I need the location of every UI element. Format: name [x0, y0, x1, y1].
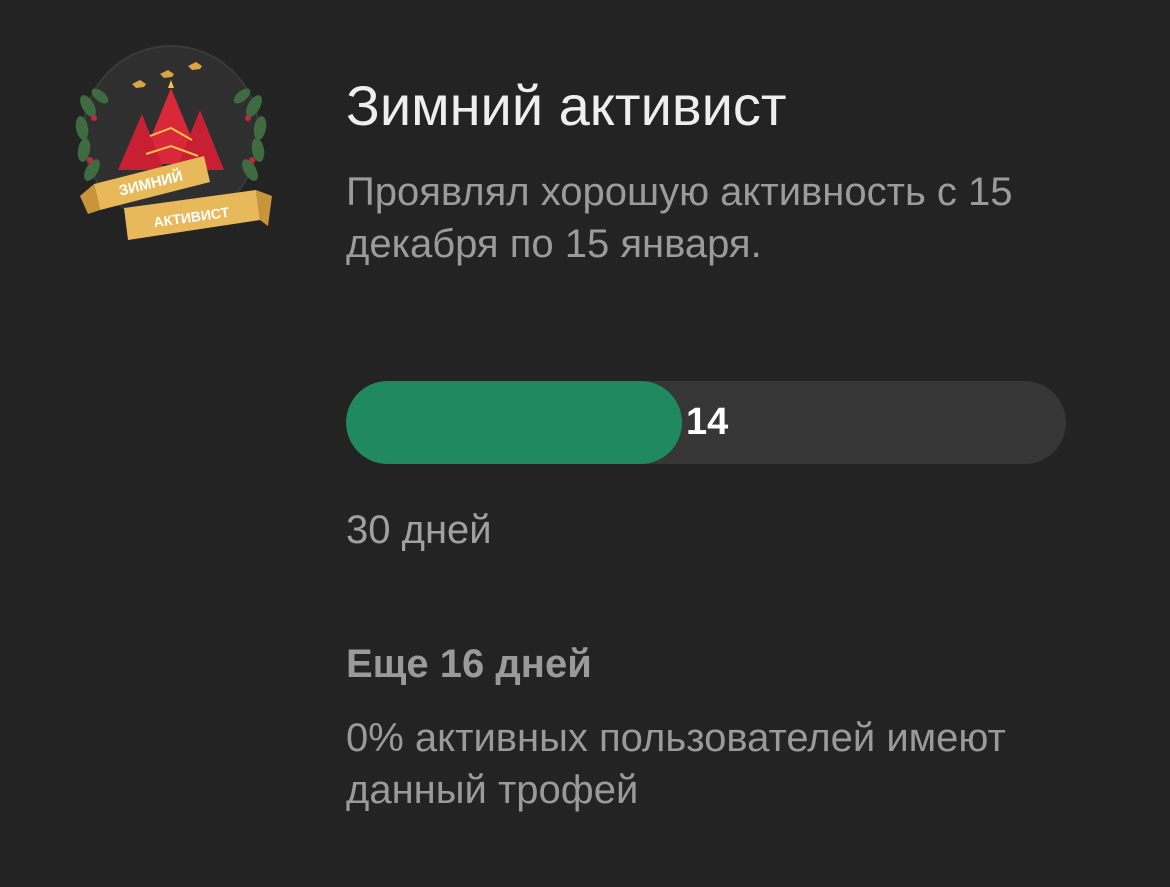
progress-fill — [346, 381, 682, 464]
trophy-stat-label: 0% активных пользователей имеют данный т… — [346, 716, 1006, 812]
remaining-days-label: Еще 16 дней — [346, 642, 592, 686]
achievement-description: Проявлял хорошую активность с 15 декабря… — [346, 170, 1013, 266]
achievement-badge-icon: ЗИМНИЙ АКТИВИСТ — [60, 36, 282, 258]
progress-goal-label: 30 дней — [346, 508, 492, 552]
winter-activist-badge-icon: ЗИМНИЙ АКТИВИСТ — [75, 45, 272, 240]
achievement-title: Зимний активист — [346, 74, 787, 137]
progress-bar: 14 — [346, 381, 1066, 464]
progress-value: 14 — [686, 401, 729, 443]
